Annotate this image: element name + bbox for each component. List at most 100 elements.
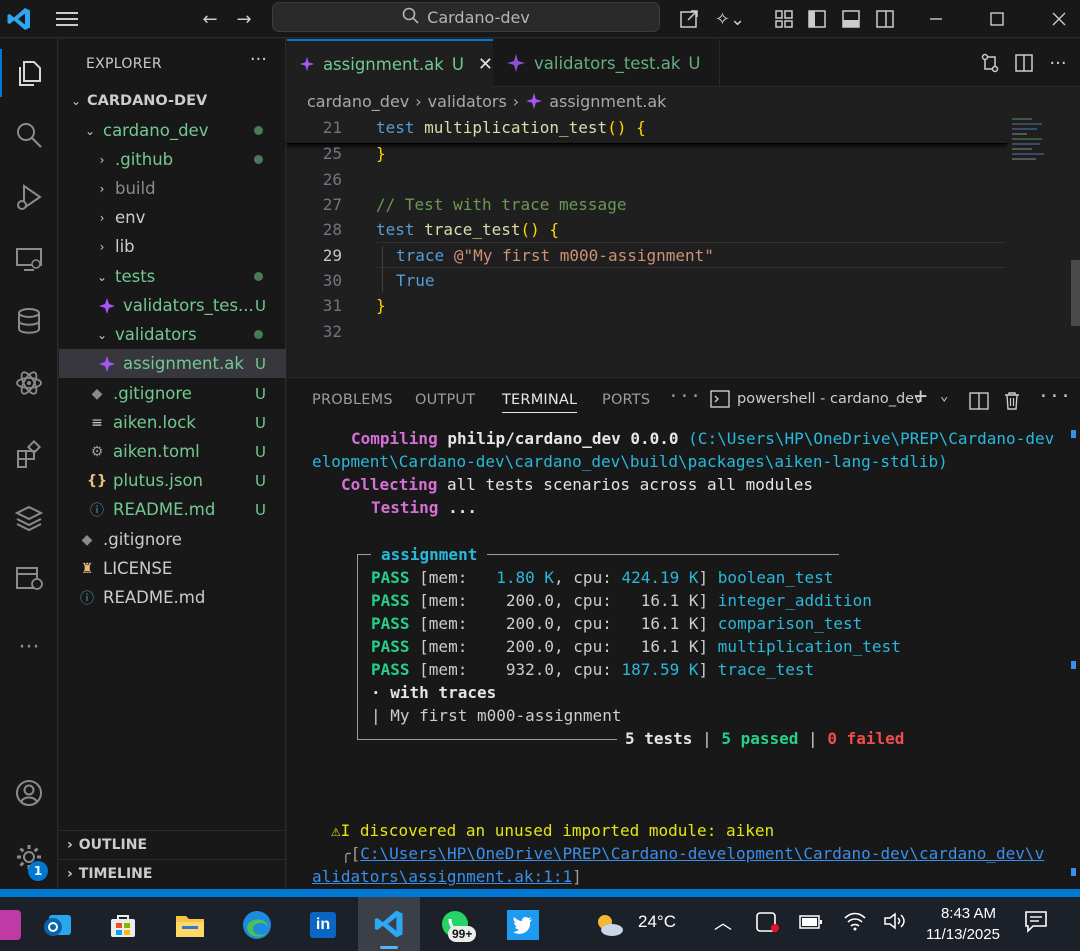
microsoft-store-icon[interactable]: [100, 902, 146, 948]
explorer-icon[interactable]: [0, 49, 58, 97]
outlook-icon[interactable]: [34, 902, 80, 948]
tab-output[interactable]: OUTPUT: [415, 392, 475, 408]
command-center-search[interactable]: Cardano-dev: [272, 2, 660, 32]
tab-assignment-ak[interactable]: assignment.ak U ✕: [287, 39, 493, 87]
tab-label: assignment.ak: [322, 54, 444, 74]
back-arrow-icon[interactable]: ←: [197, 6, 223, 32]
code-editor[interactable]: 21 test multiplication_test() { 25 } 26 …: [287, 114, 1080, 376]
explorer-root-folder[interactable]: ⌄ CARDANO-DEV: [59, 86, 286, 115]
database-icon[interactable]: [0, 297, 58, 345]
settings-gear-icon[interactable]: 1: [0, 833, 58, 881]
code-line: }: [376, 144, 386, 163]
new-terminal-icon[interactable]: +: [914, 384, 927, 409]
whatsapp-icon[interactable]: 99+: [432, 902, 478, 948]
breadcrumb-item[interactable]: validators: [428, 92, 507, 111]
git-compare-icon[interactable]: [977, 50, 1003, 76]
close-tab-icon[interactable]: ✕: [478, 54, 493, 75]
toggle-panel-icon[interactable]: [838, 6, 864, 32]
minimap[interactable]: [1012, 114, 1067, 174]
extensions-icon[interactable]: [0, 431, 58, 479]
tree-file-readme-inner[interactable]: ⓘ README.md U: [59, 495, 286, 524]
editor-scrollbar[interactable]: [1071, 260, 1080, 326]
trash-icon[interactable]: [1003, 391, 1021, 415]
tree-file-validators-test[interactable]: validators_tes... U: [59, 291, 286, 320]
battery-icon[interactable]: [799, 914, 823, 934]
outline-section-header[interactable]: › OUTLINE: [59, 830, 286, 859]
tree-folder-validators[interactable]: ⌄ validators: [59, 320, 286, 349]
breadcrumb-item[interactable]: cardano_dev: [307, 92, 409, 111]
mem-value: 200.0: [476, 591, 555, 610]
tree-folder-cardano-dev[interactable]: ⌄ cardano_dev: [59, 116, 286, 145]
chevron-down-icon[interactable]: ⌄: [940, 388, 949, 404]
twitter-icon[interactable]: [500, 902, 546, 948]
terminal-more-icon[interactable]: ···: [1038, 386, 1071, 407]
menu-icon[interactable]: [54, 6, 80, 32]
volume-icon[interactable]: [883, 911, 907, 935]
warning-link[interactable]: C:\Users\HP\OneDrive\PREP\Cardano-develo…: [360, 844, 1044, 863]
forward-arrow-icon[interactable]: →: [231, 6, 257, 32]
warning-location-line: ╭[C:\Users\HP\OneDrive\PREP\Cardano-deve…: [341, 844, 1045, 863]
file-explorer-icon[interactable]: [167, 902, 213, 948]
notifications-icon[interactable]: [1024, 909, 1048, 939]
panel-more-icon[interactable]: ···: [668, 386, 701, 407]
maximize-icon[interactable]: [984, 6, 1010, 32]
tree-file-gitignore-root[interactable]: ◆ .gitignore: [59, 525, 286, 554]
trace-message: | My first m000-assignment: [371, 706, 622, 725]
line-number: 29: [322, 246, 342, 265]
accounts-icon[interactable]: [0, 769, 58, 817]
tree-file-license[interactable]: ♜ LICENSE: [59, 554, 286, 583]
gitignore-icon: ◆: [91, 385, 103, 402]
tree-folder-lib[interactable]: › lib: [59, 232, 286, 261]
line-number: 28: [322, 220, 342, 239]
search-icon[interactable]: [0, 111, 58, 159]
tree-label: README.md: [113, 500, 216, 519]
customize-layout-icon[interactable]: [771, 6, 797, 32]
toggle-secondary-sidebar-icon[interactable]: [872, 6, 898, 32]
run-debug-icon[interactable]: [0, 173, 58, 221]
tree-file-aiken-toml[interactable]: ⚙ aiken.toml U: [59, 437, 286, 466]
tree-folder-build[interactable]: › build: [59, 174, 286, 203]
layers-icon[interactable]: [0, 494, 58, 542]
tree-file-gitignore[interactable]: ◆ .gitignore U: [59, 379, 286, 408]
more-actions-icon[interactable]: ···: [250, 49, 267, 70]
toggle-primary-sidebar-icon[interactable]: [804, 6, 830, 32]
weather-icon[interactable]: [592, 902, 626, 948]
editor-more-actions-icon[interactable]: ···: [1045, 50, 1071, 76]
tree-folder-env[interactable]: › env: [59, 203, 286, 232]
copilot-sparkle-icon[interactable]: ✧⌄: [708, 6, 752, 32]
vscode-taskbar-icon[interactable]: [358, 897, 420, 951]
minimize-icon[interactable]: [923, 6, 949, 32]
tree-file-plutus-json[interactable]: {} plutus.json U: [59, 466, 286, 495]
clock[interactable]: 8:43 AM 11/13/2025: [926, 903, 1000, 945]
chevron-up-icon[interactable]: ︿: [714, 909, 732, 935]
lock-file-icon: ≡: [91, 414, 103, 431]
tab-terminal[interactable]: TERMINAL: [502, 392, 578, 413]
json-braces-icon: {}: [87, 472, 107, 489]
linkedin-icon[interactable]: in: [300, 902, 346, 948]
split-editor-icon[interactable]: [1011, 50, 1037, 76]
open-in-browser-icon[interactable]: [676, 6, 702, 32]
storage-icon[interactable]: [0, 554, 58, 602]
warning-link[interactable]: alidators\assignment.ak:1:1: [312, 867, 572, 886]
terminal-selector[interactable]: powershell - cardano_dev: [710, 390, 923, 408]
wifi-icon[interactable]: [843, 911, 867, 935]
tab-validators-test-ak[interactable]: validators_test.ak U: [494, 39, 720, 87]
edge-browser-icon[interactable]: [234, 902, 280, 948]
weather-temperature[interactable]: 24°C: [638, 912, 676, 932]
react-atom-icon[interactable]: [0, 359, 58, 407]
tree-folder-github[interactable]: › .github: [59, 145, 286, 174]
tree-file-readme-root[interactable]: ⓘ README.md: [59, 583, 286, 612]
timeline-section-header[interactable]: › TIMELINE: [59, 859, 286, 888]
tab-problems[interactable]: PROBLEMS: [312, 392, 393, 408]
tree-folder-tests[interactable]: ⌄ tests: [59, 262, 286, 291]
tree-file-aiken-lock[interactable]: ≡ aiken.lock U: [59, 408, 286, 437]
notification-app-icon[interactable]: [756, 911, 780, 937]
split-terminal-icon[interactable]: [969, 392, 989, 414]
more-views-icon[interactable]: ···: [0, 623, 58, 671]
start-icon[interactable]: [0, 902, 32, 948]
breadcrumb-item[interactable]: assignment.ak: [549, 92, 666, 111]
close-window-icon[interactable]: [1046, 6, 1072, 32]
tab-ports[interactable]: PORTS: [602, 392, 650, 408]
remote-explorer-icon[interactable]: [0, 235, 58, 283]
tree-file-assignment-ak[interactable]: assignment.ak U: [59, 349, 286, 378]
